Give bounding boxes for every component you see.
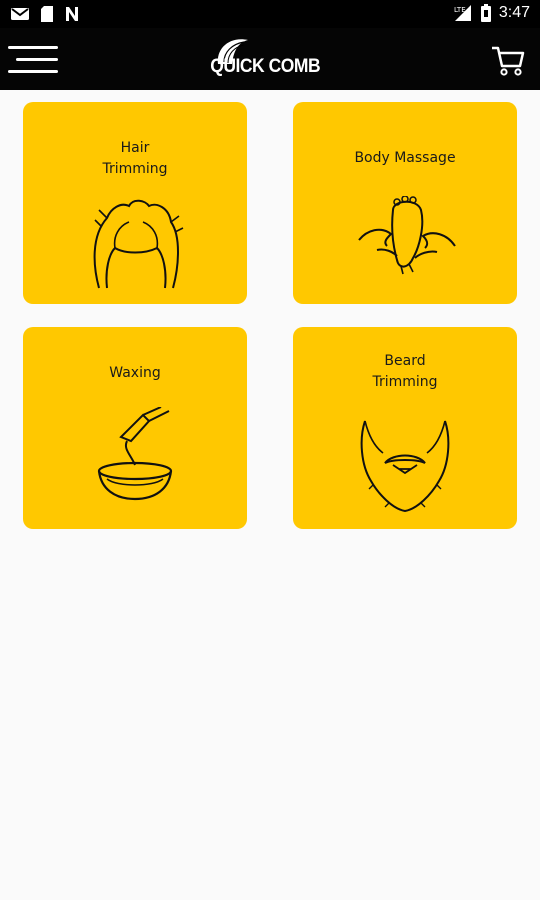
battery-icon — [480, 4, 491, 22]
status-left-icons — [10, 5, 80, 23]
service-card-hair-trimming[interactable]: Hair Trimming — [23, 102, 247, 304]
service-card-body-massage[interactable]: Body Massage — [293, 102, 517, 304]
beard-icon — [359, 419, 451, 513]
shopping-cart-icon — [490, 42, 526, 78]
gmail-icon — [10, 6, 30, 22]
status-time: 3:47 — [498, 4, 530, 21]
service-title: Beard Trimming — [372, 353, 438, 390]
cart-button[interactable] — [490, 42, 526, 78]
wax-bowl-icon — [97, 407, 177, 503]
sd-card-icon — [40, 5, 54, 23]
menu-button[interactable] — [8, 42, 60, 78]
status-bar: LTE 3:47 — [0, 0, 540, 28]
svg-text:LTE: LTE — [454, 6, 466, 14]
foot-massage-icon — [357, 196, 457, 286]
hamburger-menu-icon — [8, 42, 60, 78]
service-title: Hair Trimming — [102, 140, 168, 177]
app-bar: QUICK COMB — [0, 28, 540, 90]
app-logo: QUICK COMB — [210, 34, 330, 86]
lte-signal-icon: LTE — [453, 4, 473, 22]
services-grid: Hair Trimming Body Massage Waxing Beard … — [0, 90, 540, 550]
service-card-waxing[interactable]: Waxing — [23, 327, 247, 529]
service-title: Body Massage — [354, 150, 456, 166]
n-notification-icon — [64, 6, 80, 22]
logo-text: QUICK COMB — [210, 56, 321, 77]
hair-icon — [85, 196, 185, 292]
service-card-beard-trimming[interactable]: Beard Trimming — [293, 327, 517, 529]
status-right-icons: LTE 3:47 — [453, 4, 530, 22]
service-title: Waxing — [109, 365, 161, 381]
